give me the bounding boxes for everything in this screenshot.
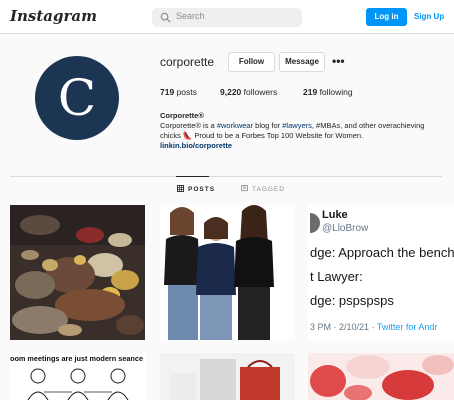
- bio-line-1: Corporette® is a #workwear blog for #law…: [160, 121, 430, 131]
- post-tweet[interactable]: Luke @LloBrow dge: Approach the bench t …: [308, 205, 454, 340]
- sale-photo: [308, 353, 454, 400]
- post-jewelry[interactable]: [10, 205, 145, 340]
- bio-name: Corporette®: [160, 111, 204, 120]
- tabs-divider: [10, 176, 442, 177]
- jewelry-photo: [10, 205, 145, 340]
- instagram-logo[interactable]: Instagram: [10, 7, 97, 25]
- bio-text: blog for: [253, 121, 283, 130]
- tweet-line-1: dge: Approach the bench: [310, 245, 454, 260]
- follow-button[interactable]: Follow: [228, 52, 275, 72]
- hashtag-workwear[interactable]: #workwear: [217, 121, 253, 130]
- profile-avatar[interactable]: C: [35, 56, 119, 140]
- grid-icon: [177, 185, 184, 192]
- comic-caption: oom meetings are just modern seance: [10, 354, 144, 363]
- search-placeholder: Search: [176, 11, 205, 21]
- shopping-photo: [160, 353, 295, 400]
- tweet-handle: @LloBrow: [322, 223, 369, 234]
- tab-tagged-label: TAGGED: [252, 186, 285, 193]
- tweet-source: Twitter for Andr: [376, 322, 438, 332]
- tweet-line-3: dge: pspspsps: [310, 293, 394, 308]
- tweet-time: 3 PM · 2/10/21 ·: [310, 322, 377, 332]
- tagged-icon: [241, 185, 248, 192]
- bio-link[interactable]: linkin.bio/corporette: [160, 141, 430, 151]
- login-button[interactable]: Log in: [366, 8, 407, 26]
- comic-drawing: [27, 368, 129, 400]
- tab-tagged[interactable]: TAGGED: [241, 185, 285, 193]
- tweet-meta: 3 PM · 2/10/21 · Twitter for Andr: [310, 322, 437, 332]
- models-photo: [160, 205, 295, 340]
- avatar-letter: C: [57, 69, 97, 127]
- search-input[interactable]: Search: [152, 8, 302, 27]
- tweet-line-2: t Lawyer:: [310, 269, 363, 284]
- hashtag-lawyers[interactable]: #lawyers: [282, 121, 312, 130]
- tweet-avatar: [310, 213, 320, 233]
- message-button[interactable]: Message: [279, 52, 325, 72]
- followers-stat[interactable]: 9,220 followers: [220, 87, 277, 97]
- posts-stat: 719 posts: [160, 87, 197, 97]
- post-comic[interactable]: oom meetings are just modern seance: [10, 353, 145, 400]
- tab-posts[interactable]: POSTS: [177, 185, 215, 193]
- followers-count: 9,220: [220, 87, 242, 97]
- profile-username: corporette: [160, 55, 215, 69]
- bio-text: , #MBAs, and other overachieving: [311, 121, 425, 130]
- active-tab-indicator: [176, 176, 209, 177]
- post-shopping[interactable]: [160, 353, 295, 400]
- search-icon: [160, 12, 171, 23]
- posts-label: posts: [176, 87, 197, 97]
- following-label: following: [319, 87, 353, 97]
- bio-text: Corporette® is a: [160, 121, 217, 130]
- top-bar: Instagram Search Log in Sign Up: [0, 0, 454, 34]
- following-count: 219: [303, 87, 318, 97]
- post-models[interactable]: [160, 205, 295, 340]
- more-options-icon[interactable]: •••: [332, 54, 345, 68]
- followers-label: followers: [243, 87, 278, 97]
- posts-count: 719: [160, 87, 175, 97]
- bio-line-2: chicks 👠 Proud to be a Forbes Top 100 We…: [160, 131, 364, 140]
- following-stat[interactable]: 219 following: [303, 87, 353, 97]
- signup-link[interactable]: Sign Up: [414, 8, 444, 26]
- post-sale[interactable]: [308, 353, 454, 400]
- tweet-name: Luke: [322, 209, 348, 221]
- profile-bio: Corporette® Corporette® is a #workwear b…: [160, 111, 430, 151]
- tab-posts-label: POSTS: [188, 186, 216, 193]
